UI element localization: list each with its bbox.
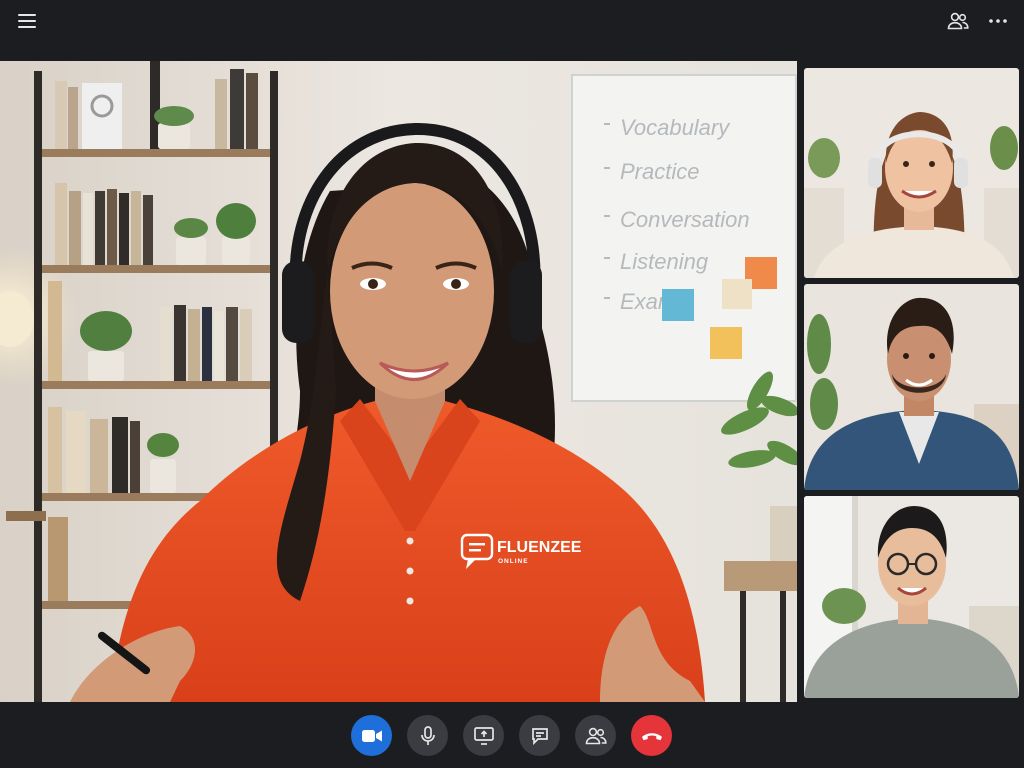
participant-3-scene — [804, 496, 1019, 698]
participants-button[interactable] — [575, 715, 616, 756]
more-horizontal-icon — [989, 19, 1007, 23]
menu-button[interactable] — [14, 10, 40, 32]
chat-bubble-icon — [531, 727, 549, 745]
main-video-scene: Vocabulary Practice Conversation Listeni… — [0, 61, 797, 702]
sticky-note — [722, 279, 752, 309]
sticky-note — [662, 289, 694, 321]
call-controls-bar — [0, 703, 1024, 768]
participant-video-1[interactable] — [804, 68, 1019, 278]
shirt-logo-sub: ONLINE — [498, 558, 529, 565]
screen-share-icon — [473, 726, 494, 745]
hamburger-menu-icon — [18, 14, 36, 28]
top-bar — [0, 0, 1024, 60]
video-camera-icon — [361, 729, 382, 743]
participants-panel-button[interactable] — [944, 9, 972, 33]
end-call-button[interactable] — [631, 715, 672, 756]
participant-video-3[interactable] — [804, 496, 1019, 698]
chat-button[interactable] — [519, 715, 560, 756]
whiteboard-line-3: Conversation — [620, 207, 750, 232]
more-options-button[interactable] — [984, 9, 1012, 33]
participant-1-scene — [804, 68, 1019, 278]
participant-video-2[interactable] — [804, 284, 1019, 490]
whiteboard-line-1: Vocabulary — [620, 115, 731, 140]
share-screen-button[interactable] — [463, 715, 504, 756]
camera-button[interactable] — [351, 715, 392, 756]
people-icon — [947, 12, 969, 30]
microphone-button[interactable] — [407, 715, 448, 756]
main-speaker-video[interactable]: Vocabulary Practice Conversation Listeni… — [0, 61, 797, 702]
shirt-logo-name: FLUENZEE — [497, 539, 582, 556]
whiteboard-line-2: Practice — [620, 159, 699, 184]
microphone-icon — [420, 725, 436, 746]
sticky-note — [710, 327, 742, 359]
whiteboard-line-4: Listening — [620, 249, 709, 274]
people-icon — [585, 727, 607, 745]
phone-hangup-icon — [641, 731, 663, 741]
participant-2-scene — [804, 284, 1019, 490]
